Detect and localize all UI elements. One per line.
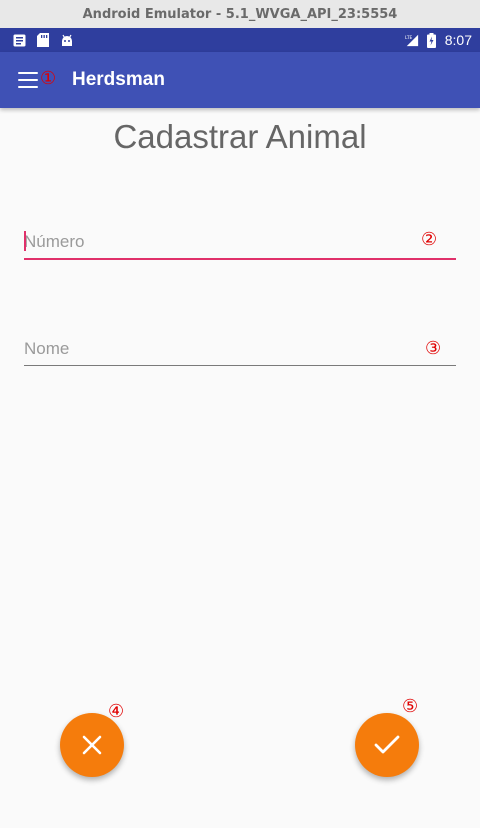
app-bar: Herdsman: [0, 52, 480, 108]
emulator-window-title: Android Emulator - 5.1_WVGA_API_23:5554: [0, 0, 480, 28]
page-title: Cadastrar Animal: [113, 118, 367, 155]
svg-text:LTE: LTE: [405, 35, 412, 41]
annotation-marker-4: ④: [108, 701, 125, 722]
status-time: 8:07: [444, 32, 472, 48]
annotation-marker-5: ⑤: [402, 696, 419, 717]
annotation-marker-1: ①: [40, 68, 57, 89]
nome-underline: [24, 365, 456, 366]
notification-icon: [12, 33, 26, 47]
nome-field: [24, 335, 456, 366]
numero-input[interactable]: [24, 228, 456, 258]
cancel-button[interactable]: [60, 713, 124, 777]
numero-underline: [24, 258, 456, 260]
annotation-marker-3: ③: [425, 338, 442, 359]
sd-card-icon: [36, 33, 50, 47]
android-icon: [60, 33, 74, 47]
app-title: Herdsman: [72, 69, 165, 90]
hamburger-menu-icon[interactable]: [18, 72, 38, 88]
battery-icon: [425, 32, 439, 48]
check-icon: [374, 735, 400, 754]
confirm-button[interactable]: [355, 713, 419, 777]
status-bar: LTE 8:07: [0, 28, 480, 52]
nome-input[interactable]: [24, 335, 456, 365]
lte-signal-icon: LTE: [405, 33, 419, 47]
close-icon: [82, 735, 102, 755]
annotation-marker-2: ②: [421, 229, 438, 250]
numero-field: [24, 228, 456, 260]
text-cursor: [24, 231, 26, 251]
